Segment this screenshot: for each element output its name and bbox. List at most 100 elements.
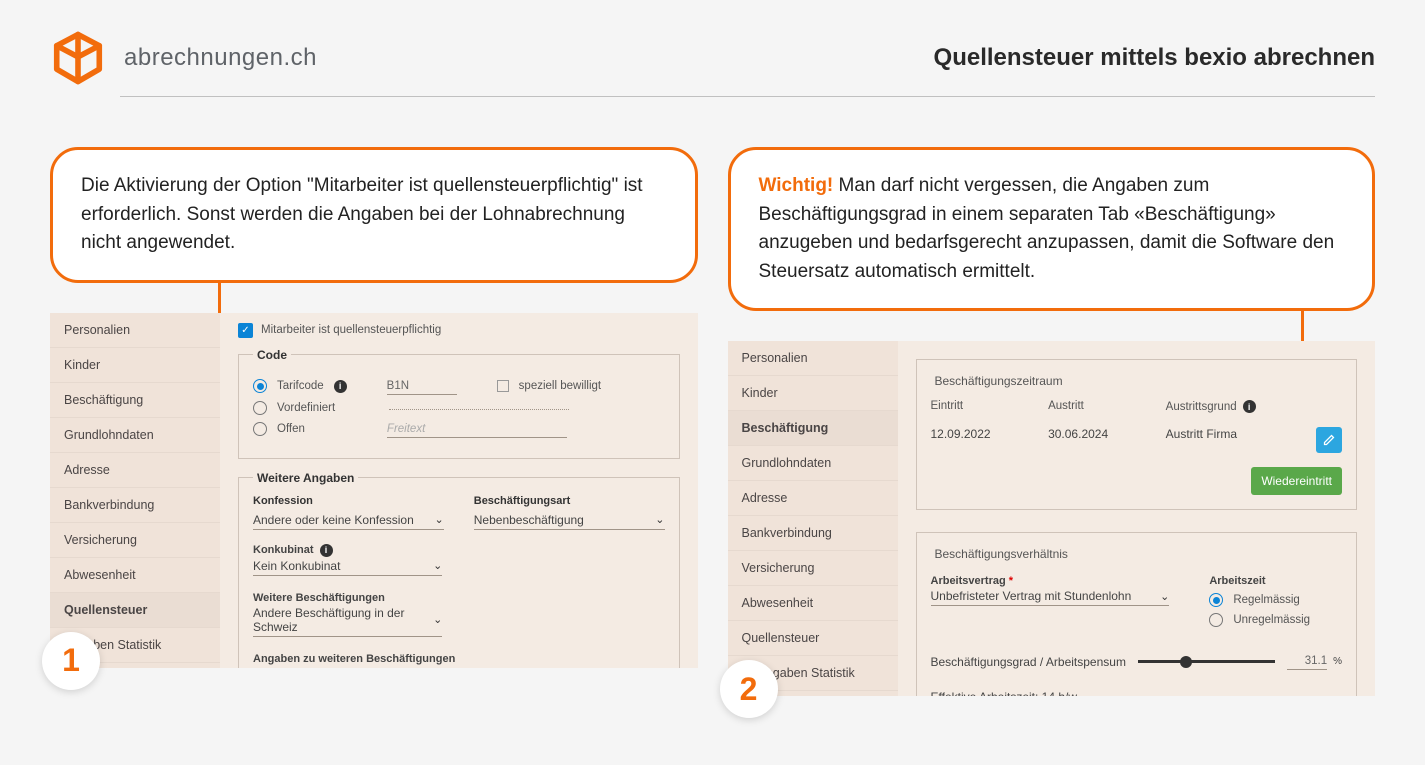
grad-unit: % — [1333, 656, 1342, 667]
sidenav-item[interactable]: Adresse — [50, 453, 220, 488]
sidenav-item[interactable]: Abwesenheit — [728, 586, 898, 621]
weitere-besch-label: Weitere Beschäftigungen — [253, 592, 385, 604]
beschart-select[interactable]: Nebenbeschäftigung ⌄ — [474, 511, 665, 530]
konfession-select[interactable]: Andere oder keine Konfession ⌄ — [253, 511, 444, 530]
sidenav-item[interactable]: Beschäftigung — [50, 383, 220, 418]
select-value: Andere Beschäftigung in der Schweiz — [253, 606, 433, 634]
radio-offen[interactable]: Offen Freitext — [253, 421, 665, 438]
sidenav-item[interactable]: Bankverbindung — [728, 516, 898, 551]
angaben-label: Angaben zu weiteren Beschäftigungen — [253, 653, 455, 665]
val-austritt: 30.06.2024 — [1048, 427, 1166, 453]
select-value: Andere oder keine Konfession — [253, 513, 414, 527]
page-title: Quellensteuer mittels bexio abrechnen — [934, 44, 1375, 72]
qst-checkbox-row[interactable]: ✓ Mitarbeiter ist quellensteuerpflichtig — [238, 323, 680, 338]
sidenav-item-active[interactable]: Quellensteuer — [50, 593, 220, 628]
vordef-input[interactable] — [389, 405, 569, 410]
grad-value[interactable]: 31.1 — [1287, 653, 1327, 670]
sidenav-item[interactable]: Kinder — [50, 348, 220, 383]
radio-unregelmaessig[interactable]: Unregelmässig — [1209, 613, 1342, 627]
brand-name: abrechnungen.ch — [124, 44, 317, 72]
callout-2: Wichtig! Man darf nicht vergessen, die A… — [728, 147, 1376, 311]
tarifcode-input[interactable]: B1N — [387, 378, 457, 395]
slider-thumb-icon[interactable] — [1180, 656, 1192, 668]
info-icon[interactable]: i — [1243, 400, 1256, 413]
konkubinat-select[interactable]: Kein Konkubinat ⌄ — [253, 557, 442, 576]
zeitraum-group: Beschäftigungszeitraum Eintritt Austritt… — [916, 359, 1358, 510]
zeitraum-headers: Eintritt Austritt Austrittsgrund i — [931, 400, 1343, 413]
checkbox-checked-icon[interactable]: ✓ — [238, 323, 253, 338]
code-legend: Code — [253, 348, 291, 362]
konkubinat-label: Konkubinat — [253, 544, 314, 556]
radio-icon[interactable] — [253, 401, 267, 415]
sidenav-item[interactable]: Bankverbindung — [50, 488, 220, 523]
checkbox-label: Mitarbeiter ist quellensteuerpflichtig — [261, 324, 441, 336]
grad-slider[interactable] — [1138, 660, 1275, 663]
sidenav-1: Personalien Kinder Beschäftigung Grundlo… — [50, 313, 220, 668]
weitere-legend: Weitere Angaben — [253, 471, 358, 485]
info-icon[interactable]: i — [320, 544, 333, 557]
radio-label: Unregelmässig — [1233, 614, 1310, 626]
sidenav-2: Personalien Kinder Beschäftigung Grundlo… — [728, 341, 898, 696]
step-1: Die Aktivierung der Option "Mitarbeiter … — [50, 147, 698, 668]
cube-logo-icon — [50, 30, 106, 86]
callout-2-strong: Wichtig! — [759, 175, 834, 196]
col-eintritt: Eintritt — [931, 400, 1049, 413]
select-value: Kein Konkubinat — [253, 559, 340, 573]
step-number-1: 1 — [42, 632, 100, 690]
brand-block: abrechnungen.ch — [50, 30, 317, 86]
radio-tarifcode[interactable]: Tarifcode i B1N speziell bewilligt — [253, 378, 665, 395]
info-icon[interactable]: i — [334, 380, 347, 393]
screenshot-2: Personalien Kinder Beschäftigung Grundlo… — [728, 341, 1376, 696]
beschart-label: Beschäftigungsart — [474, 495, 665, 507]
pencil-icon — [1323, 434, 1335, 446]
angaben-select[interactable]: Unbekannt ⌄ — [253, 665, 442, 668]
sidenav-item[interactable]: Kinder — [728, 376, 898, 411]
edit-button[interactable] — [1316, 427, 1342, 453]
select-value: Unbekannt — [253, 667, 311, 668]
chevron-down-icon: ⌄ — [435, 513, 444, 526]
radio-selected-icon[interactable] — [253, 379, 267, 393]
screenshot-1: Personalien Kinder Beschäftigung Grundlo… — [50, 313, 698, 668]
col-austrittsgrund: Austrittsgrund — [1166, 401, 1237, 413]
freitext-input[interactable]: Freitext — [387, 421, 567, 438]
radio-icon[interactable] — [1209, 613, 1223, 627]
speziell-checkbox[interactable] — [497, 380, 509, 392]
sidenav-item[interactable]: Abwesenheit — [50, 558, 220, 593]
radio-vordefiniert[interactable]: Vordefiniert — [253, 401, 665, 415]
chevron-down-icon: ⌄ — [433, 559, 442, 572]
chevron-down-icon: ⌄ — [433, 613, 442, 626]
sidenav-item[interactable]: Personalien — [728, 341, 898, 376]
radio-label: Tarifcode — [277, 380, 324, 392]
val-eintritt: 12.09.2022 — [931, 427, 1049, 453]
sidenav-item[interactable]: Versicherung — [728, 551, 898, 586]
code-group: Code Tarifcode i B1N speziell bewilligt … — [238, 348, 680, 459]
radio-selected-icon[interactable] — [1209, 593, 1223, 607]
select-value: Nebenbeschäftigung — [474, 513, 584, 527]
arbeitszeit-label: Arbeitszeit — [1209, 575, 1265, 587]
weitere-group: Weitere Angaben Konfession Andere oder k… — [238, 471, 680, 668]
weitere-besch-select[interactable]: Andere Beschäftigung in der Schweiz ⌄ — [253, 604, 442, 637]
zeitraum-legend: Beschäftigungszeitraum — [931, 374, 1067, 388]
sidenav-item[interactable]: Grundlohndaten — [728, 446, 898, 481]
sidenav-item[interactable]: Quellensteuer — [728, 621, 898, 656]
sidenav-item[interactable]: Versicherung — [50, 523, 220, 558]
step-2: Wichtig! Man darf nicht vergessen, die A… — [728, 147, 1376, 696]
select-value: Unbefristeter Vertrag mit Stundenlohn — [931, 589, 1132, 603]
chevron-down-icon: ⌄ — [433, 667, 442, 668]
chevron-down-icon: ⌄ — [655, 513, 664, 526]
radio-regelmaessig[interactable]: Regelmässig — [1209, 593, 1342, 607]
panel-2: Beschäftigungszeitraum Eintritt Austritt… — [898, 341, 1376, 696]
grad-label: Beschäftigungsgrad / Arbeitspensum — [931, 655, 1126, 669]
callout-1-text: Die Aktivierung der Option "Mitarbeiter … — [81, 175, 643, 253]
wiedereintritt-button[interactable]: Wiedereintritt — [1251, 467, 1342, 495]
speziell-label: speziell bewilligt — [519, 380, 601, 392]
callout-1: Die Aktivierung der Option "Mitarbeiter … — [50, 147, 698, 283]
verh-group: Beschäftigungsverhältnis Arbeitsvertrag … — [916, 532, 1358, 696]
radio-icon[interactable] — [253, 422, 267, 436]
sidenav-item[interactable]: Adresse — [728, 481, 898, 516]
sidenav-item-active[interactable]: Beschäftigung — [728, 411, 898, 446]
sidenav-item[interactable]: Grundlohndaten — [50, 418, 220, 453]
vertrag-label: Arbeitsvertrag — [931, 575, 1006, 587]
sidenav-item[interactable]: Personalien — [50, 313, 220, 348]
vertrag-select[interactable]: Unbefristeter Vertrag mit Stundenlohn ⌄ — [931, 587, 1170, 606]
